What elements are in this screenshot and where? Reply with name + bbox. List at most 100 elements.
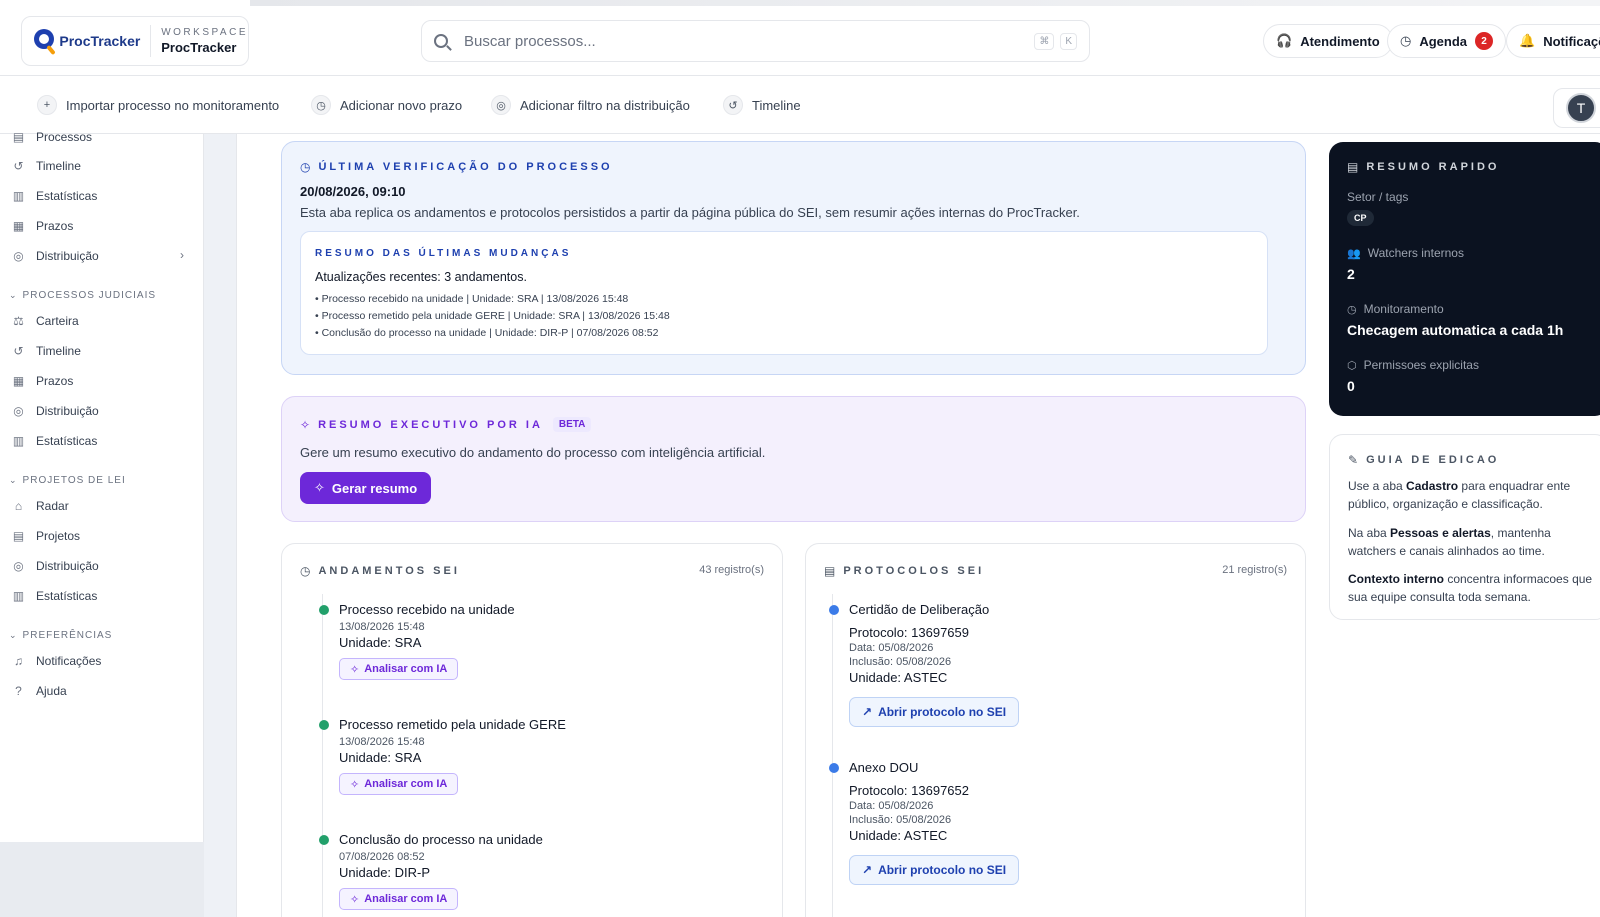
changes-title: RESUMO DAS ÚLTIMAS MUDANÇAS [315, 248, 572, 259]
permissions-label: ⬡ Permissoes explicitas [1347, 358, 1479, 372]
agenda-button[interactable]: ◷ Agenda 2 [1387, 24, 1507, 58]
sidebar-item-ajuda[interactable]: ? Ajuda [11, 684, 67, 698]
add-filter-action[interactable]: ◎ Adicionar filtro na distribuição [491, 95, 690, 115]
watchers-label: 👥 Watchers internos [1347, 246, 1464, 260]
protocolos-title: ▤ PROTOCOLOS SEI [824, 564, 984, 578]
section-preferencias[interactable]: ⌄ PREFERÊNCIAS [9, 630, 112, 641]
sidebar-item-projetos[interactable]: ▤ Projetos [11, 529, 80, 543]
verification-description: Esta aba replica os andamentos e protoco… [300, 205, 1080, 220]
guide-bold: Cadastro [1406, 479, 1459, 493]
workspace-label: WORKSPACE [161, 27, 248, 38]
kbd-cmd: ⌘ [1034, 32, 1055, 50]
target-icon: ◎ [13, 404, 24, 418]
sidebar-item-prazos[interactable]: ▦ Prazos [11, 219, 74, 233]
ai-summary-title-text: RESUMO EXECUTIVO POR IA [318, 418, 543, 431]
andamento-unit: Unidade: SRA [339, 635, 422, 650]
sidebar-item-label: Timeline [36, 344, 81, 358]
top-shade [250, 0, 1600, 6]
andamento-datetime: 07/08/2026 08:52 [339, 851, 425, 863]
sidebar-item-label: Distribuição [36, 559, 99, 573]
analyze-ai-button[interactable]: ✧ Analisar com IA [339, 658, 459, 680]
status-dot [829, 763, 839, 773]
andamentos-title: ◷ ANDAMENTOS SEI [300, 564, 460, 578]
add-deadline-label: Adicionar novo prazo [340, 97, 463, 113]
import-process-action[interactable]: + Importar processo no monitoramento [37, 95, 279, 115]
sidebar-item-distribuicao-lei[interactable]: ◎ Distribuição [11, 559, 99, 573]
sidebar-item-radar[interactable]: ⌂ Radar [11, 499, 69, 513]
add-deadline-action[interactable]: ◷ Adicionar novo prazo [311, 95, 462, 115]
workspace-name: ProcTracker [161, 40, 237, 55]
list-item: Processo remetido pela unidade GERE 13/0… [319, 717, 566, 795]
sidebar-item-estatisticas-judicial[interactable]: ▥ Estatísticas [11, 434, 98, 448]
search-input[interactable] [464, 32, 1035, 50]
monitoring-label: ◷ Monitoramento [1347, 302, 1563, 316]
history-icon: ↺ [13, 159, 24, 173]
sidebar-item-notificacoes[interactable]: ♫ Notificações [11, 654, 101, 668]
sidebar-item-label: Distribuição [36, 249, 99, 263]
sidebar-item-label: Radar [36, 499, 69, 513]
permissions-block: ⬡ Permissoes explicitas 0 [1347, 358, 1479, 394]
history-icon: ↺ [13, 344, 24, 358]
content-gutter [204, 134, 237, 917]
generate-summary-label: Gerar resumo [331, 480, 418, 496]
monitoring-value: Checagem automatica a cada 1h [1347, 322, 1564, 338]
open-protocol-button[interactable]: ↗ Abrir protocolo no SEI [849, 697, 1020, 727]
chevron-right-icon[interactable]: › [180, 248, 184, 262]
bar-chart-icon: ▥ [12, 434, 25, 448]
sidebar-item-processos[interactable]: ▤ Processos [11, 130, 92, 144]
quick-summary-title-text: RESUMO RAPIDO [1366, 161, 1500, 173]
protocol-number: Protocolo: 13697652 [849, 783, 969, 798]
guide-text: Na aba [1348, 526, 1391, 540]
sidebar-item-label: Distribuição [36, 404, 99, 418]
sidebar-item-timeline[interactable]: ↺ Timeline [11, 159, 80, 173]
andamentos-card: ◷ ANDAMENTOS SEI 43 registro(s) Processo … [281, 543, 783, 917]
watchers-label-text: Watchers internos [1367, 246, 1464, 260]
bell-icon: 🔔 [1519, 33, 1536, 48]
verification-card: ◷ ÚLTIMA VERIFICAÇÃO DO PROCESSO 20/08/20… [281, 141, 1306, 375]
timeline-action[interactable]: ↺ Timeline [723, 95, 801, 115]
sidebar-item-label: Ajuda [36, 684, 67, 698]
open-protocol-label: Abrir protocolo no SEI [878, 863, 1007, 877]
status-dot [319, 835, 329, 845]
changes-summary: Atualizações recentes: 3 andamentos. [315, 270, 527, 284]
open-protocol-button[interactable]: ↗ Abrir protocolo no SEI [849, 855, 1020, 885]
avatar[interactable]: T [1566, 93, 1596, 123]
watchers-value: 2 [1347, 266, 1355, 282]
sidebar-item-carteira[interactable]: ⚖ Carteira [11, 314, 79, 328]
atendimento-button[interactable]: 🎧 Atendimento [1263, 24, 1393, 58]
shield-icon: ⬡ [1347, 359, 1357, 372]
sidebar-item-estatisticas-lei[interactable]: ▥ Estatísticas [11, 589, 98, 603]
monitoring-block: ◷ Monitoramento Checagem automatica a cad… [1347, 302, 1563, 338]
user-menu[interactable]: T [1553, 88, 1600, 128]
search-bar[interactable]: ⌘ K [421, 20, 1090, 62]
sidebar-item-estatisticas[interactable]: ▥ Estatísticas [11, 189, 98, 203]
list-item: Processo recebido na unidade 13/08/2026 … [319, 602, 515, 680]
sidebar-item-distribuicao[interactable]: ◎ Distribuição [11, 249, 99, 263]
workspace-switcher[interactable]: ProcTracker WORKSPACE ProcTracker [21, 16, 249, 66]
section-processos-judiciais[interactable]: ⌄ PROCESSOS JUDICIAIS [9, 290, 156, 301]
section-label: PROCESSOS JUDICIAIS [22, 290, 157, 301]
sector-tag: CP [1347, 210, 1374, 226]
notifications-button[interactable]: 🔔 Notificaçõe [1506, 24, 1600, 58]
logo-text: ProcTracker [59, 33, 141, 49]
document-icon: ▤ [12, 130, 25, 144]
sidebar-item-distribuicao-judicial[interactable]: ◎ Distribuição [11, 404, 99, 418]
sidebar-item-prazos-judicial[interactable]: ▦ Prazos [11, 374, 74, 388]
changes-card: RESUMO DAS ÚLTIMAS MUDANÇAS Atualizações… [300, 231, 1268, 355]
status-dot [319, 605, 329, 615]
sidebar-footer [0, 842, 236, 917]
sidebar-item-timeline-judicial[interactable]: ↺ Timeline [11, 344, 81, 358]
analyze-ai-button[interactable]: ✧ Analisar com IA [339, 888, 459, 910]
clock-icon: ◷ [1400, 33, 1412, 48]
sidebar-item-label: Projetos [36, 529, 81, 543]
analyze-ai-button[interactable]: ✧ Analisar com IA [339, 773, 459, 795]
sparkles-icon: ✧ [314, 480, 325, 495]
atendimento-label: Atendimento [1300, 33, 1380, 49]
permissions-value: 0 [1347, 378, 1355, 394]
verification-title-text: ÚLTIMA VERIFICAÇÃO DO PROCESSO [318, 161, 613, 173]
generate-summary-button[interactable]: ✧ Gerar resumo [300, 472, 432, 504]
andamento-datetime: 13/08/2026 15:48 [339, 736, 425, 748]
protocol-date: Data: 05/08/2026 [849, 642, 934, 654]
section-projetos-de-lei[interactable]: ⌄ PROJETOS DE LEI [9, 475, 126, 486]
kbd-k: K [1060, 32, 1077, 50]
